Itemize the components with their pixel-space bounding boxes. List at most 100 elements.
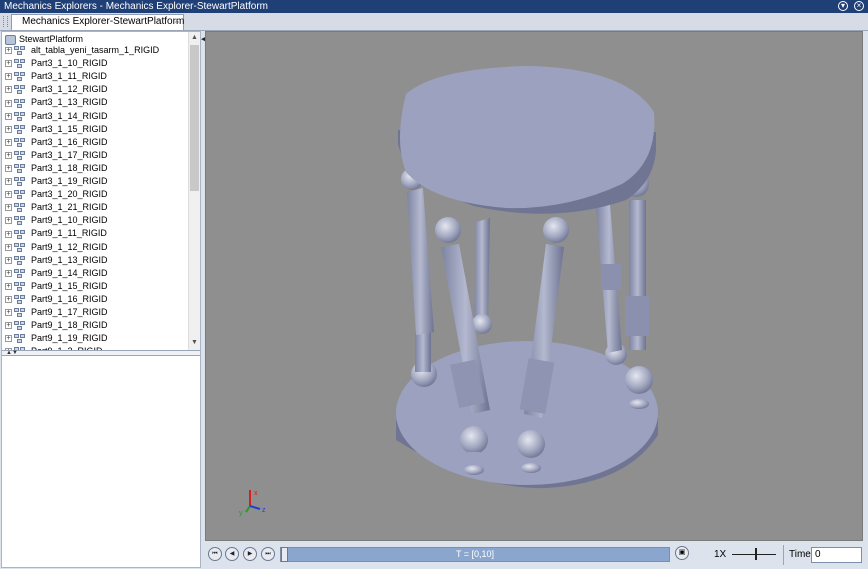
window-close-icon[interactable]: ×: [854, 1, 864, 11]
tree-item[interactable]: + Part9_1_17_RIGID: [5, 306, 108, 319]
tree-item[interactable]: + Part9_1_15_RIGID: [5, 280, 108, 293]
tree-item[interactable]: + alt_tabla_yeni_tasarm_1_RIGID: [5, 44, 159, 57]
leg-back-center: [472, 218, 492, 334]
expand-icon[interactable]: +: [5, 165, 12, 173]
expand-icon[interactable]: +: [5, 204, 12, 212]
speed-slider-thumb[interactable]: [755, 548, 757, 560]
expand-icon[interactable]: +: [5, 309, 12, 317]
tree-item[interactable]: + Part9_1_16_RIGID: [5, 293, 108, 306]
expand-icon[interactable]: +: [5, 256, 12, 264]
rigid-body-icon: [14, 295, 28, 305]
3d-viewport[interactable]: x y z: [205, 31, 863, 541]
window-title: Mechanics Explorers - Mechanics Explorer…: [4, 1, 268, 12]
scroll-down-icon[interactable]: ▼: [189, 337, 200, 349]
rigid-body-icon: [14, 85, 28, 95]
tree-item-label: Part9_1_15_RIGID: [31, 280, 108, 291]
leg-back-left: [401, 168, 437, 387]
top-plate: [398, 66, 656, 214]
rigid-body-icon: [14, 268, 28, 278]
expand-icon[interactable]: +: [5, 151, 12, 159]
tree-item-label: Part9_1_16_RIGID: [31, 293, 108, 304]
playback-speed-label: 1X: [714, 549, 727, 560]
tree-item[interactable]: + Part9_1_19_RIGID: [5, 332, 108, 345]
tree-item[interactable]: + Part3_1_17_RIGID: [5, 149, 108, 162]
window-titlebar: Mechanics Explorers - Mechanics Explorer…: [0, 0, 868, 13]
grip-handle-icon[interactable]: [3, 16, 8, 27]
tree-root-label: StewartPlatform: [19, 34, 84, 44]
expand-icon[interactable]: +: [5, 217, 12, 225]
tree-item[interactable]: + Part3_1_15_RIGID: [5, 123, 108, 136]
playback-toolbar: ⏮ ◀ ▶ ⏭ T = [0,10] ▣ 1X Time 0: [205, 541, 868, 569]
expand-icon[interactable]: +: [5, 269, 12, 277]
tree-item[interactable]: + Part3_1_14_RIGID: [5, 110, 108, 123]
expand-icon[interactable]: +: [5, 125, 12, 133]
leg-front-right: [623, 171, 653, 409]
window-menu-icon[interactable]: ▾: [838, 1, 848, 11]
expand-icon[interactable]: +: [5, 322, 12, 330]
tree-vertical-scrollbar[interactable]: ▲ ▼: [188, 32, 200, 350]
expand-icon[interactable]: +: [5, 99, 12, 107]
tree-item[interactable]: + Part3_1_20_RIGID: [5, 188, 108, 201]
rigid-body-icon: [14, 177, 28, 187]
tree-item[interactable]: + Part3_1_19_RIGID: [5, 175, 108, 188]
rigid-body-icon: [14, 255, 28, 265]
tree-item[interactable]: + Part9_1_11_RIGID: [5, 227, 107, 240]
expand-icon[interactable]: +: [5, 335, 12, 343]
tree-item[interactable]: + Part3_1_12_RIGID: [5, 83, 108, 96]
rigid-body-icon: [14, 321, 28, 331]
speed-slider[interactable]: [732, 547, 776, 563]
model-tree-panel: StewartPlatform + alt_tabla_yeni_tasarm_1…: [1, 31, 201, 568]
expand-icon[interactable]: +: [5, 47, 12, 55]
step-back-icon[interactable]: ◀: [225, 547, 239, 561]
tree-item[interactable]: + Part3_1_11_RIGID: [5, 70, 107, 83]
expand-icon[interactable]: +: [5, 178, 12, 186]
axis-label-z: z: [262, 507, 266, 514]
tree-item[interactable]: + Part3_1_18_RIGID: [5, 162, 108, 175]
expand-icon[interactable]: +: [5, 191, 12, 199]
rigid-body-icon: [14, 308, 28, 318]
scrollbar-thumb[interactable]: [190, 45, 199, 191]
tree-item[interactable]: + Part3_1_21_RIGID: [5, 201, 108, 214]
expand-icon[interactable]: +: [5, 296, 12, 304]
tree-item[interactable]: + Part9_1_10_RIGID: [5, 214, 108, 227]
skip-to-start-icon[interactable]: ⏮: [208, 547, 222, 561]
tree-item[interactable]: + Part9_1_12_RIGID: [5, 241, 108, 254]
tree-item-label: Part9_1_11_RIGID: [31, 228, 107, 239]
tab-close-icon[interactable]: ×: [174, 15, 180, 29]
tree-item-label: Part3_1_14_RIGID: [31, 110, 108, 121]
expand-icon[interactable]: +: [5, 60, 12, 68]
play-icon[interactable]: ▶: [243, 547, 257, 561]
tree-item-label: Part3_1_19_RIGID: [31, 176, 108, 186]
expand-icon[interactable]: +: [5, 230, 12, 238]
record-video-icon[interactable]: ▣: [675, 546, 689, 560]
tree-item[interactable]: + Part9_1_13_RIGID: [5, 254, 108, 267]
tree-item[interactable]: + Part9_1_18_RIGID: [5, 319, 108, 332]
tree-item-label: Part3_1_17_RIGID: [31, 149, 108, 160]
expand-icon[interactable]: +: [5, 86, 12, 94]
skip-to-end-icon[interactable]: ⏭: [261, 547, 275, 561]
expand-icon[interactable]: +: [5, 282, 12, 290]
panel-splitter[interactable]: ▲▼: [2, 350, 200, 356]
timeline-knob[interactable]: [281, 547, 288, 562]
stewart-platform-model[interactable]: x y z: [206, 32, 862, 540]
expand-icon[interactable]: +: [5, 138, 12, 146]
tree-item[interactable]: + Part9_1_14_RIGID: [5, 267, 108, 280]
time-input[interactable]: 0: [811, 547, 862, 563]
tree-item[interactable]: + Part3_1_10_RIGID: [5, 57, 108, 70]
expand-icon[interactable]: +: [5, 73, 12, 81]
expand-icon[interactable]: +: [5, 112, 12, 120]
time-label: Time: [789, 549, 811, 560]
timeline-slider[interactable]: T = [0,10]: [280, 547, 670, 562]
tree-item[interactable]: + Part3_1_13_RIGID: [5, 96, 108, 109]
rigid-body-icon: [14, 203, 28, 213]
tree-item[interactable]: + Part3_1_16_RIGID: [5, 136, 108, 149]
tree-item-label: alt_tabla_yeni_tasarm_1_RIGID: [31, 45, 160, 55]
rigid-body-icon: [14, 164, 28, 174]
tab-mechanics-explorer[interactable]: Mechanics Explorer-StewartPlatform ×: [11, 14, 184, 30]
axis-label-y: y: [239, 510, 243, 517]
leg-back-right: [596, 204, 627, 365]
expand-icon[interactable]: +: [5, 243, 12, 251]
rigid-body-icon: [14, 190, 28, 200]
splitter-arrows-icon: ▲▼: [6, 350, 18, 356]
scroll-up-icon[interactable]: ▲: [189, 32, 200, 44]
